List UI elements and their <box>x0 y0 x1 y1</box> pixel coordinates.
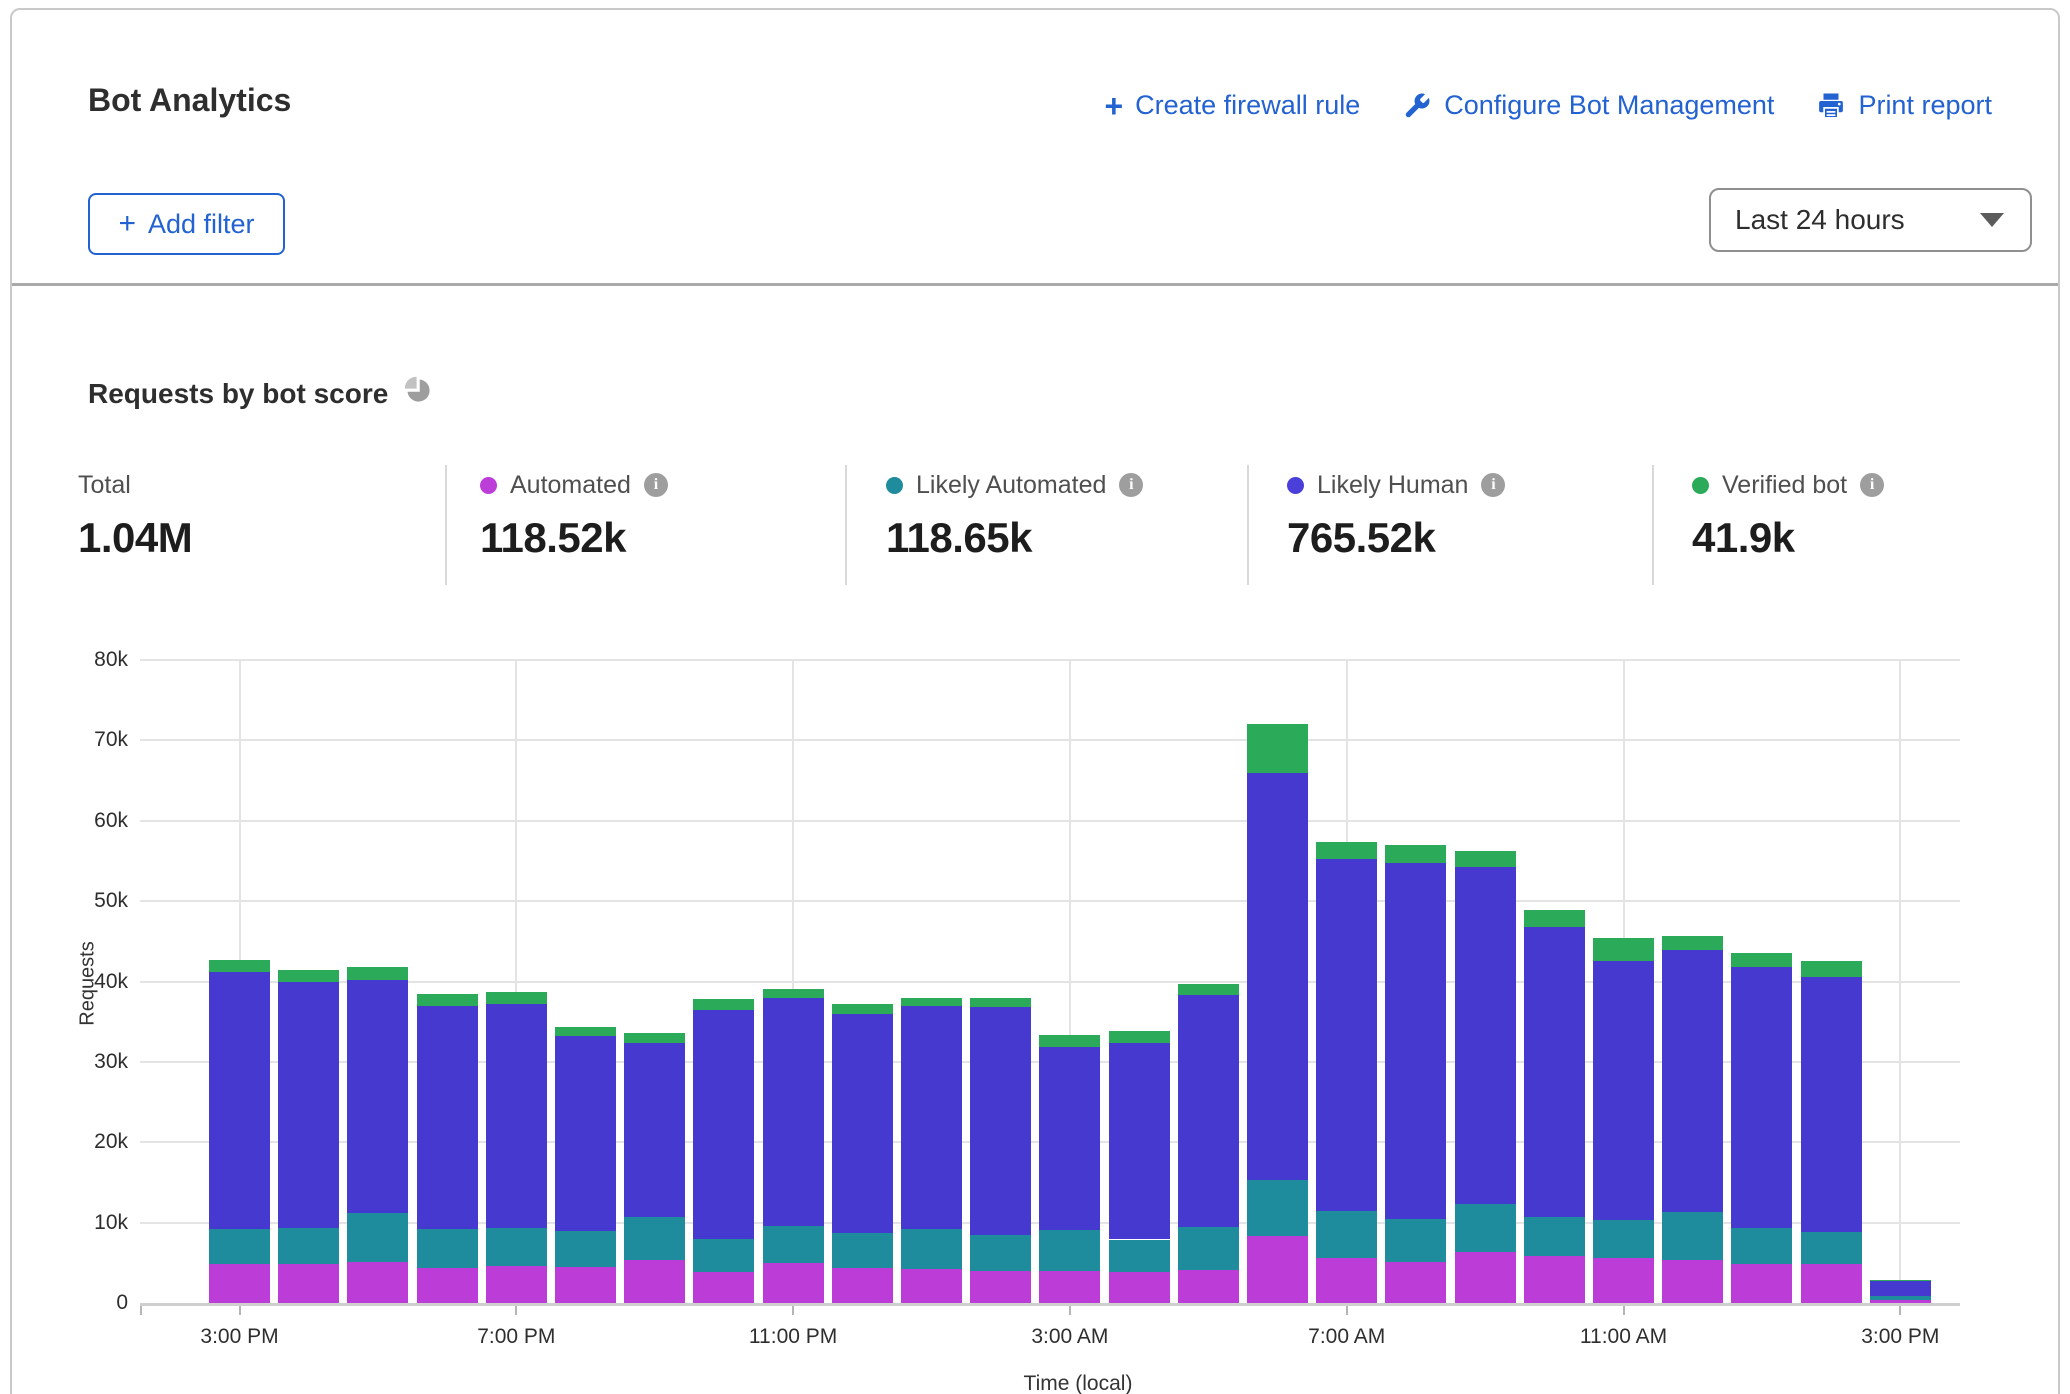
time-range-dropdown[interactable]: Last 24 hours <box>1709 188 2032 252</box>
likely-automated-dot-icon <box>886 477 903 494</box>
page-title: Bot Analytics <box>88 82 291 119</box>
stats-separator <box>1247 465 1249 585</box>
stat-total: Total 1.04M <box>78 470 192 562</box>
add-filter-button[interactable]: + Add filter <box>88 193 285 255</box>
stat-likely-automated: Likely Automated i 118.65k <box>886 470 1143 562</box>
stats-separator <box>445 465 447 585</box>
stat-total-value: 1.04M <box>78 514 192 562</box>
info-icon[interactable]: i <box>644 473 668 497</box>
configure-bot-management-link[interactable]: Configure Bot Management <box>1402 90 1774 121</box>
stats-separator <box>1652 465 1654 585</box>
stat-likely-automated-label: Likely Automated <box>916 471 1106 500</box>
stat-verified-bot: Verified bot i 41.9k <box>1692 470 1884 562</box>
plus-icon: + <box>1104 96 1123 116</box>
configure-bot-management-label: Configure Bot Management <box>1444 90 1774 121</box>
stat-likely-human: Likely Human i 765.52k <box>1287 470 1505 562</box>
chevron-down-icon <box>1980 213 2004 227</box>
print-report-label: Print report <box>1858 90 1992 121</box>
create-firewall-rule-link[interactable]: + Create firewall rule <box>1104 90 1360 121</box>
stat-verified-bot-label: Verified bot <box>1722 471 1847 500</box>
stat-likely-human-label: Likely Human <box>1317 471 1468 500</box>
stats-separator <box>845 465 847 585</box>
info-icon[interactable]: i <box>1481 473 1505 497</box>
add-filter-label: Add filter <box>148 209 255 240</box>
header-divider <box>12 283 2058 286</box>
time-range-value: Last 24 hours <box>1711 204 1980 236</box>
stat-automated-value: 118.52k <box>480 514 668 562</box>
pie-chart-icon <box>404 376 432 411</box>
section-title-row: Requests by bot score <box>88 376 432 411</box>
create-firewall-rule-label: Create firewall rule <box>1135 90 1360 121</box>
stat-likely-automated-value: 118.65k <box>886 514 1143 562</box>
printer-icon <box>1816 91 1846 121</box>
verified-bot-dot-icon <box>1692 477 1709 494</box>
header-actions: + Create firewall rule Configure Bot Man… <box>1104 90 1992 121</box>
section-title: Requests by bot score <box>88 378 388 410</box>
stat-automated: Automated i 118.52k <box>480 470 668 562</box>
plus-icon: + <box>118 214 136 234</box>
print-report-link[interactable]: Print report <box>1816 90 1992 121</box>
bot-analytics-card: Bot Analytics + Create firewall rule Con… <box>10 8 2060 1394</box>
bot-analytics-page: Bot Analytics + Create firewall rule Con… <box>0 0 2070 1394</box>
wrench-icon <box>1402 91 1432 121</box>
stat-total-label: Total <box>78 471 131 500</box>
info-icon[interactable]: i <box>1860 473 1884 497</box>
stat-automated-label: Automated <box>510 471 631 500</box>
stat-verified-bot-value: 41.9k <box>1692 514 1884 562</box>
stat-likely-human-value: 765.52k <box>1287 514 1505 562</box>
info-icon[interactable]: i <box>1119 473 1143 497</box>
likely-human-dot-icon <box>1287 477 1304 494</box>
automated-dot-icon <box>480 477 497 494</box>
